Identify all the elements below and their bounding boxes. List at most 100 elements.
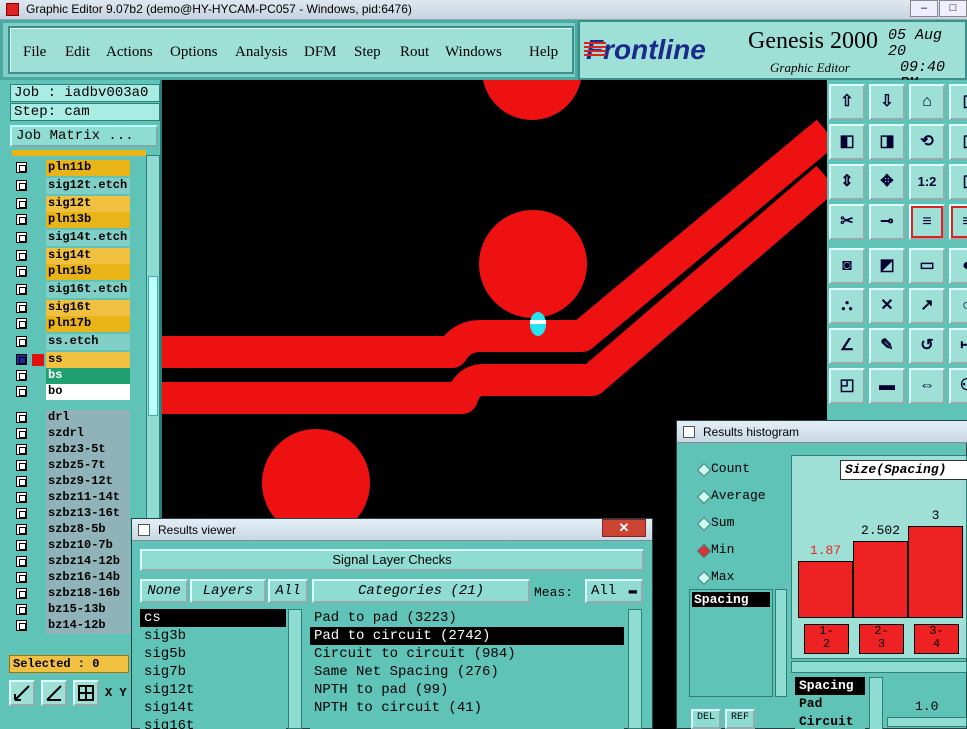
line-icon[interactable]: ∠: [829, 328, 865, 364]
layer-row[interactable]: szbz11-14t: [12, 490, 132, 506]
layer-row[interactable]: sig16t: [12, 300, 132, 316]
layer-checkbox[interactable]: [16, 444, 27, 455]
layer-result-item[interactable]: sig5b: [140, 645, 286, 663]
all-layers-button[interactable]: All: [268, 579, 308, 603]
layer-row[interactable]: szbz8-5b: [12, 522, 132, 538]
move-up-icon[interactable]: ⇧: [829, 84, 865, 120]
stat-option-count[interactable]: Count: [711, 461, 750, 479]
menu-options[interactable]: Options: [170, 44, 218, 61]
list-item-spacing[interactable]: Spacing: [692, 592, 770, 607]
layer-result-item[interactable]: cs: [140, 609, 286, 627]
layer-row[interactable]: szbz5-7t: [12, 458, 132, 474]
stat-option-sum[interactable]: Sum: [711, 515, 734, 533]
layer-row[interactable]: szdrl: [12, 426, 132, 442]
bottom-list-scrollbar[interactable]: [869, 677, 883, 729]
maximize-button[interactable]: □: [939, 0, 967, 17]
pen-icon[interactable]: ✎: [869, 328, 905, 364]
probe-icon[interactable]: ⊸: [869, 204, 905, 240]
bottom-list-item[interactable]: Circuit: [795, 713, 865, 729]
layer-row[interactable]: szbz10-7b: [12, 538, 132, 554]
layer-checkbox[interactable]: [16, 284, 27, 295]
stat-option-average[interactable]: Average: [711, 488, 766, 506]
layer-results-scrollbar[interactable]: [288, 609, 302, 729]
menu-file[interactable]: File: [23, 44, 46, 61]
tools-icon[interactable]: ✂: [829, 204, 865, 240]
layer-result-item[interactable]: sig12t: [140, 681, 286, 699]
menu-step[interactable]: Step: [354, 44, 381, 61]
measure-list-scrollbar[interactable]: [775, 589, 787, 697]
menu-windows[interactable]: Windows: [445, 44, 502, 61]
ref-button[interactable]: REF: [725, 709, 755, 729]
layer-row[interactable]: szbz13-16t: [12, 506, 132, 522]
layer-row[interactable]: ss.etch: [12, 334, 132, 350]
categories-button[interactable]: Categories (21): [312, 579, 530, 603]
draw-icon[interactable]: ◩: [869, 248, 905, 284]
page-icon[interactable]: ▯: [949, 84, 967, 120]
menu-dfm[interactable]: DFM: [304, 44, 337, 61]
layer-row[interactable]: pln13b: [12, 212, 132, 228]
layer-checkbox[interactable]: [16, 302, 27, 313]
layer-checkbox[interactable]: [16, 250, 27, 261]
layer-row[interactable]: szbz18-16b: [12, 586, 132, 602]
pan-left-icon[interactable]: ◧: [829, 124, 865, 160]
stat-option-max[interactable]: Max: [711, 569, 734, 587]
close-button[interactable]: ✕: [602, 519, 646, 537]
layer-checkbox[interactable]: [16, 370, 27, 381]
zoom-fit-icon[interactable]: ⇕: [829, 164, 865, 200]
menu-help[interactable]: Help: [529, 44, 558, 61]
layer-checkbox[interactable]: [16, 266, 27, 277]
layers-button[interactable]: Layers: [190, 579, 266, 603]
ladder-icon[interactable]: ≡: [909, 204, 945, 240]
layer-row[interactable]: szbz3-5t: [12, 442, 132, 458]
meas-dropdown[interactable]: All ▬: [585, 579, 643, 603]
layer-row[interactable]: bs: [12, 368, 132, 384]
layer-row[interactable]: sig12t: [12, 196, 132, 212]
layer-checkbox[interactable]: [16, 354, 27, 365]
pad-icon[interactable]: ◰: [829, 368, 865, 404]
bar-icon[interactable]: ▬: [869, 368, 905, 404]
minimize-button[interactable]: –: [910, 0, 938, 17]
category-result-item[interactable]: Same Net Spacing (276): [310, 663, 624, 681]
layer-row[interactable]: bz15-13b: [12, 602, 132, 618]
resolution-slider[interactable]: [887, 717, 967, 727]
move-down-icon[interactable]: ⇩: [869, 84, 905, 120]
menu-analysis[interactable]: Analysis: [235, 44, 288, 61]
category-result-item[interactable]: NPTH to circuit (41): [310, 699, 624, 717]
grid-tool-icon[interactable]: [73, 680, 99, 706]
layer-checkbox[interactable]: [16, 318, 27, 329]
del-button[interactable]: DEL: [691, 709, 721, 729]
expand-icon[interactable]: ⇔: [909, 368, 945, 404]
layer-result-item[interactable]: sig14t: [140, 699, 286, 717]
layer-checkbox[interactable]: [16, 232, 27, 243]
layer-row[interactable]: pln11b: [12, 160, 132, 176]
layer-row[interactable]: drl: [12, 410, 132, 426]
layer-result-item[interactable]: sig7b: [140, 663, 286, 681]
none-button[interactable]: None: [140, 579, 188, 603]
layer-row[interactable]: sig14t: [12, 248, 132, 264]
layer-row[interactable]: pln15b: [12, 264, 132, 280]
layer-result-item[interactable]: sig3b: [140, 627, 286, 645]
layer-checkbox[interactable]: [16, 524, 27, 535]
histogram-hscrollbar[interactable]: [791, 661, 967, 673]
connect-icon[interactable]: ⛬: [829, 288, 865, 324]
layer-checkbox[interactable]: [16, 620, 27, 631]
layer-checkbox[interactable]: [16, 540, 27, 551]
layer-row[interactable]: sig12t.etch: [12, 178, 132, 194]
snapshot-icon[interactable]: ◙: [829, 248, 865, 284]
layer-scrollbar-thumb[interactable]: [148, 276, 158, 416]
layer-row[interactable]: sig16t.etch: [12, 282, 132, 298]
layer-row[interactable]: szbz14-12b: [12, 554, 132, 570]
stat-option-min[interactable]: Min: [711, 542, 734, 560]
layer-row[interactable]: sig14t.etch: [12, 230, 132, 246]
bottom-list-item[interactable]: Spacing: [795, 677, 865, 695]
layer-row[interactable]: pln17b: [12, 316, 132, 332]
ladder2-icon[interactable]: ≡: [949, 204, 967, 240]
bottom-list-item[interactable]: Pad: [795, 695, 865, 713]
layer-row[interactable]: bz14-12b: [12, 618, 132, 634]
layer-checkbox[interactable]: [16, 336, 27, 347]
dot-icon[interactable]: ●: [949, 248, 967, 284]
layer-checkbox[interactable]: [16, 180, 27, 191]
pin2-icon[interactable]: ○: [949, 288, 967, 324]
category-result-item[interactable]: Pad to pad (3223): [310, 609, 624, 627]
category-result-item[interactable]: NPTH to pad (99): [310, 681, 624, 699]
